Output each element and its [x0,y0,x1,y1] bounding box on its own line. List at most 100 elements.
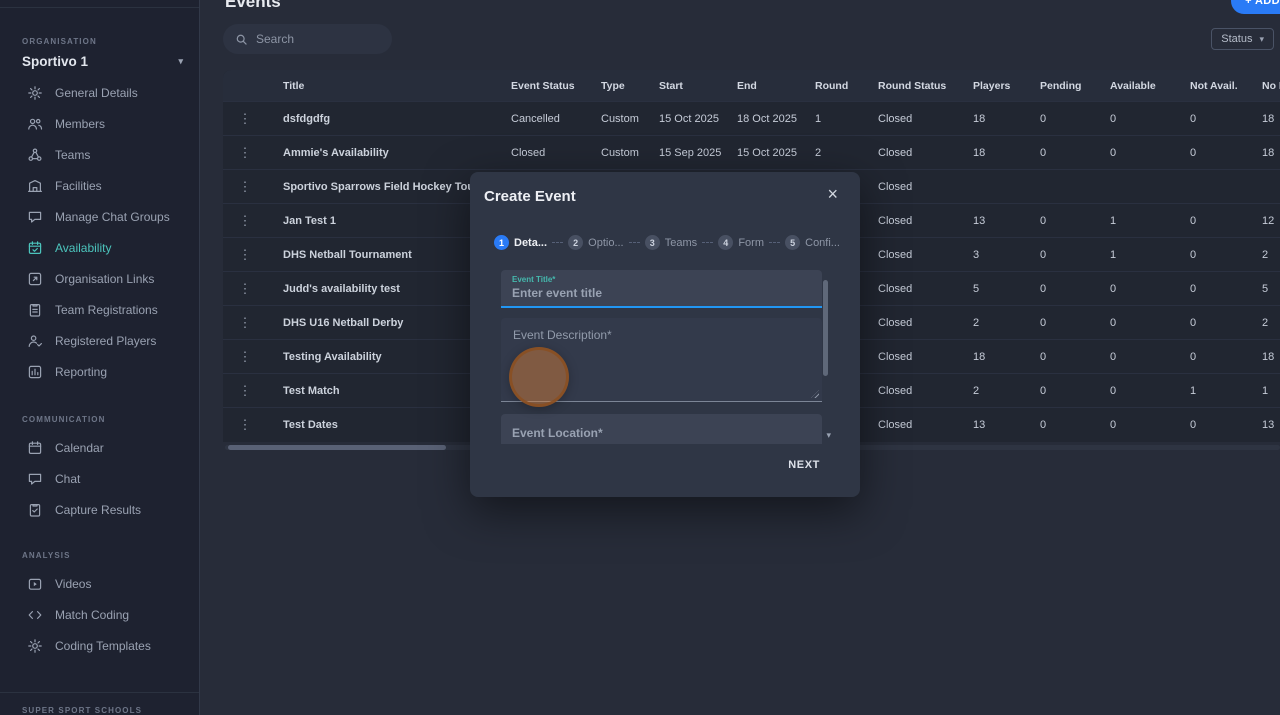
cell-pending: 0 [1040,112,1047,125]
step-details[interactable]: 1 Deta... [494,235,547,250]
analysis-section-label: ANALYSIS [22,551,71,560]
status-filter-button[interactable]: Status ▾ [1211,28,1274,50]
row-menu-icon[interactable]: ⋮ [239,145,252,160]
cell-round-status: Closed [878,282,913,295]
sidebar-item-reporting[interactable]: Reporting [0,356,199,387]
cell-not-avail: 0 [1190,418,1197,431]
cell-type: Custom [601,146,639,159]
cell-end: 15 Oct 2025 [737,146,797,159]
sidebar-item-label: Reporting [55,364,108,379]
cell-not-avail: 0 [1190,214,1197,227]
step-options[interactable]: 2 Optio... [568,235,624,250]
sidebar-item-manage-chat-groups[interactable]: Manage Chat Groups [0,201,199,232]
sidebar-item-label: Teams [55,147,91,162]
row-menu-icon[interactable]: ⋮ [239,247,252,262]
org-selector[interactable]: Sportivo 1 ▾ [22,54,183,69]
sidebar-item-availability[interactable]: Availability [0,232,199,263]
cell-round: 1 [815,112,822,125]
communication-section-label: COMMUNICATION [22,415,106,424]
cell-menu: ⋮ [223,247,267,263]
row-menu-icon[interactable]: ⋮ [239,179,252,194]
add-event-button[interactable]: + ADD [1231,0,1280,14]
step-form[interactable]: 4 Form [718,235,764,250]
sidebar-item-label: Organisation Links [55,271,155,286]
step-number: 1 [494,235,509,250]
sidebar-item-capture-results[interactable]: Capture Results [0,494,199,525]
cell-not-avail: 0 [1190,112,1197,125]
column-no-responses: No R [1262,79,1280,92]
sidebar-item-coding-templates[interactable]: Coding Templates [0,630,199,661]
row-menu-icon[interactable]: ⋮ [239,417,252,432]
row-menu-icon[interactable]: ⋮ [239,281,252,296]
cell-players: 18 [973,146,986,159]
org-nav: General Details Members Teams Facilities… [0,77,199,387]
search-input[interactable] [256,32,382,46]
sidebar-item-label: Capture Results [55,502,142,517]
chat-bubble-icon [27,471,43,487]
next-button[interactable]: NEXT [788,459,820,471]
cell-pending: 0 [1040,248,1047,261]
column-round-status: Round Status [878,79,947,92]
step-connector [702,242,714,243]
resize-handle[interactable] [811,390,819,398]
cell-end: 18 Oct 2025 [737,112,797,125]
row-menu-icon[interactable]: ⋮ [239,349,252,364]
step-teams[interactable]: 3 Teams [644,235,698,250]
sidebar-item-facilities[interactable]: Facilities [0,170,199,201]
step-label: Confi... [805,236,840,249]
organisation-section-label: ORGANISATION [22,37,97,46]
cell-menu: ⋮ [223,179,267,195]
cell-available: 0 [1110,316,1117,329]
cell-players: 13 [973,214,986,227]
table-row[interactable]: ⋮ dsfdgdfg Cancelled Custom 15 Oct 2025 … [223,101,1280,135]
step-confirm[interactable]: 5 Confi... [785,235,840,250]
reporting-chart-icon [27,364,43,380]
communication-nav: Calendar Chat Capture Results [0,432,199,525]
sidebar-item-members[interactable]: Members [0,108,199,139]
sidebar-item-label: Registered Players [55,333,157,348]
horizontal-scrollbar-thumb[interactable] [228,445,446,450]
page-title: Events [225,0,281,11]
step-number: 5 [785,235,801,250]
table-row[interactable]: ⋮ Ammie's Availability Closed Custom 15 … [223,135,1280,169]
cell-not-avail: 0 [1190,248,1197,261]
video-play-icon [27,576,43,592]
sidebar-item-teams[interactable]: Teams [0,139,199,170]
cell-players: 3 [973,248,980,261]
cell-round-status: Closed [878,180,913,193]
column-round: Round [815,79,849,92]
cell-pending: 0 [1040,384,1047,397]
sidebar-item-label: Chat [55,471,81,486]
sidebar-item-team-registrations[interactable]: Team Registrations [0,294,199,325]
sidebar-item-chat[interactable]: Chat [0,463,199,494]
cell-not-avail: 1 [1190,384,1197,397]
sidebar-item-label: Members [55,116,106,131]
step-number: 4 [718,235,734,250]
event-title-placeholder: Enter event title [512,286,603,300]
sidebar-item-label: Coding Templates [55,638,151,653]
row-menu-icon[interactable]: ⋮ [239,111,252,126]
sidebar-item-registered-players[interactable]: Registered Players [0,325,199,356]
step-connector [768,242,781,243]
scrollbar-down-arrow[interactable]: ▾ [826,430,831,441]
cell-menu: ⋮ [223,315,267,331]
modal-scrollbar-thumb[interactable] [823,280,828,376]
sidebar-item-videos[interactable]: Videos [0,568,199,599]
sidebar-item-general-details[interactable]: General Details [0,77,199,108]
sidebar-item-calendar[interactable]: Calendar [0,432,199,463]
close-icon[interactable]: × [827,185,838,203]
sidebar-item-organisation-links[interactable]: Organisation Links [0,263,199,294]
event-title-field[interactable]: Event Title* Enter event title [501,270,822,308]
row-menu-icon[interactable]: ⋮ [239,315,252,330]
sidebar-item-label: Availability [55,240,112,255]
sidebar-item-match-coding[interactable]: Match Coding [0,599,199,630]
row-menu-icon[interactable]: ⋮ [239,213,252,228]
step-label: Teams [664,236,698,249]
row-menu-icon[interactable]: ⋮ [239,383,252,398]
search-bar[interactable] [223,24,392,54]
cell-round-status: Closed [878,112,913,125]
code-brackets-icon [27,607,43,623]
sidebar-item-label: Facilities [55,178,102,193]
cell-round-status: Closed [878,214,913,227]
event-location-field[interactable]: Event Location* [501,414,822,444]
